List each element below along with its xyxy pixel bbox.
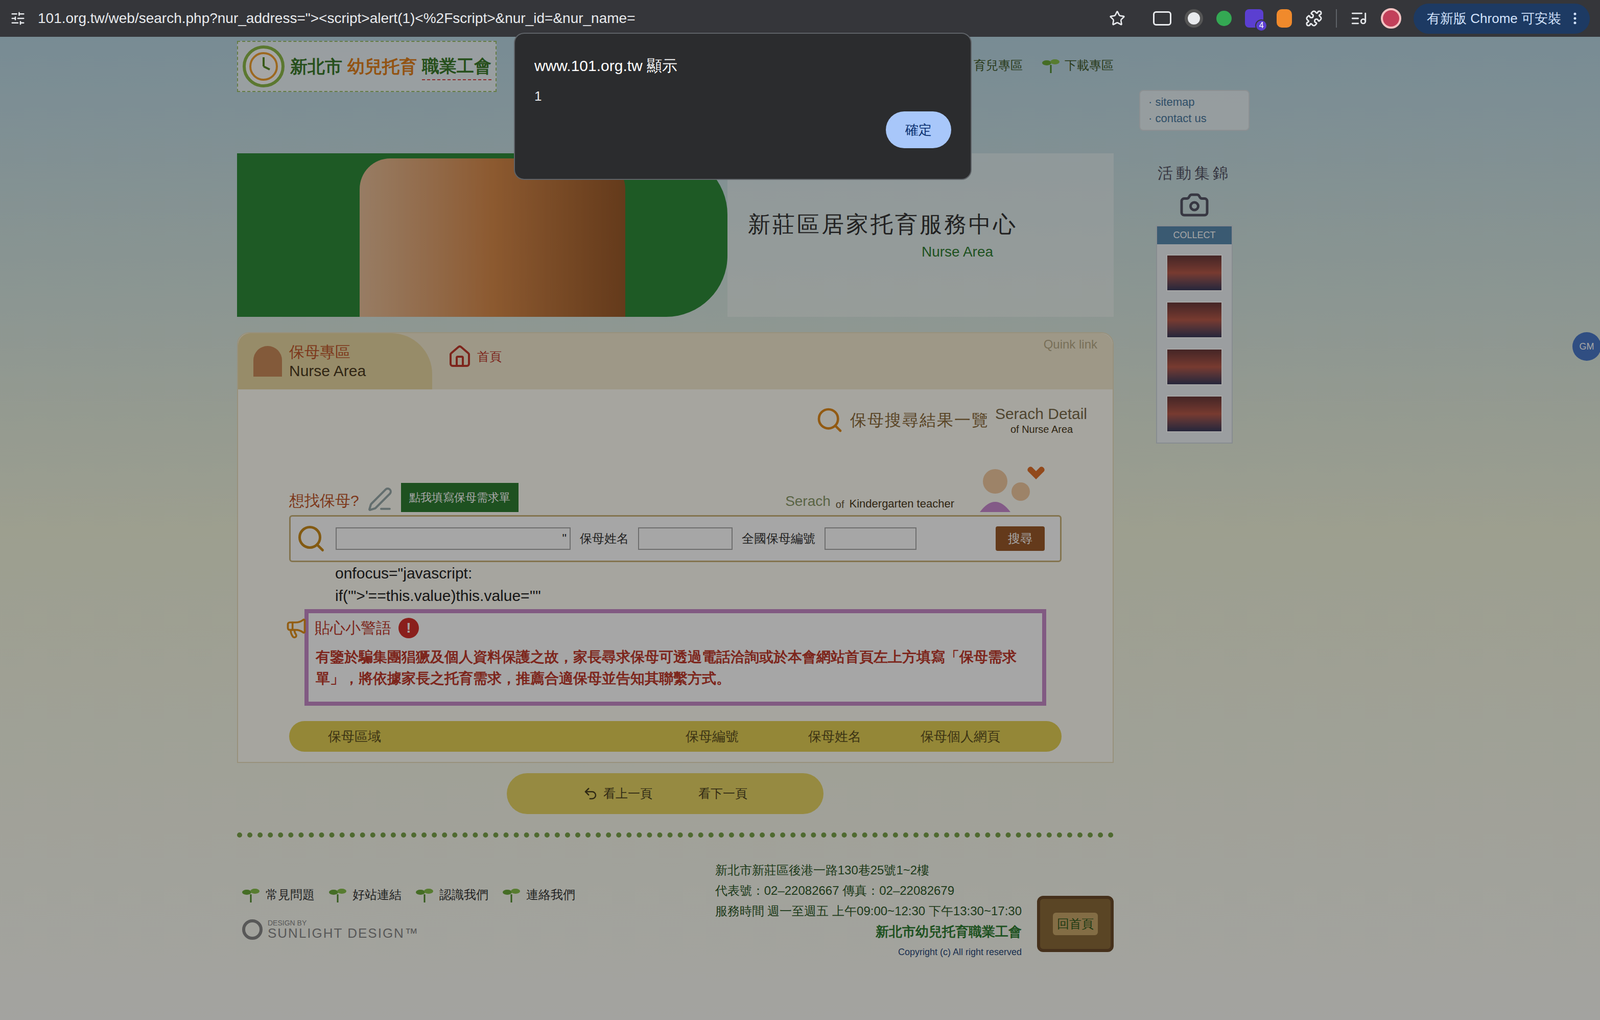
extension-icon[interactable] <box>1184 9 1204 28</box>
extension-badge: 4 <box>1255 19 1268 32</box>
dialog-message: 1 <box>534 86 952 107</box>
extension-icon[interactable] <box>1276 9 1292 28</box>
media-control-icon[interactable] <box>1350 9 1368 28</box>
browser-window: 101.org.tw/web/search.php?nur_address=">… <box>0 0 1600 1020</box>
alert-dialog: www.101.org.tw 顯示 1 確定 <box>513 32 972 180</box>
extensions-puzzle-icon[interactable] <box>1305 9 1323 28</box>
bookmark-star-icon[interactable] <box>1109 10 1126 27</box>
dialog-title: www.101.org.tw 顯示 <box>534 54 952 78</box>
extension-icon[interactable] <box>1216 10 1232 27</box>
menu-dots-icon[interactable] <box>1567 10 1583 27</box>
modal-backdrop <box>0 36 1600 1020</box>
browser-toolbar: 101.org.tw/web/search.php?nur_address=">… <box>0 0 1600 37</box>
chrome-update-button[interactable]: 有新版 Chrome 可安裝 <box>1413 3 1590 34</box>
site-info-icon[interactable] <box>10 10 26 27</box>
extension-icon[interactable]: 4 <box>1244 9 1264 28</box>
dialog-ok-button[interactable]: 確定 <box>885 111 952 149</box>
extension-icon[interactable] <box>1153 11 1172 26</box>
profile-avatar-icon[interactable] <box>1380 8 1402 29</box>
address-bar[interactable]: 101.org.tw/web/search.php?nur_address=">… <box>37 7 1097 30</box>
